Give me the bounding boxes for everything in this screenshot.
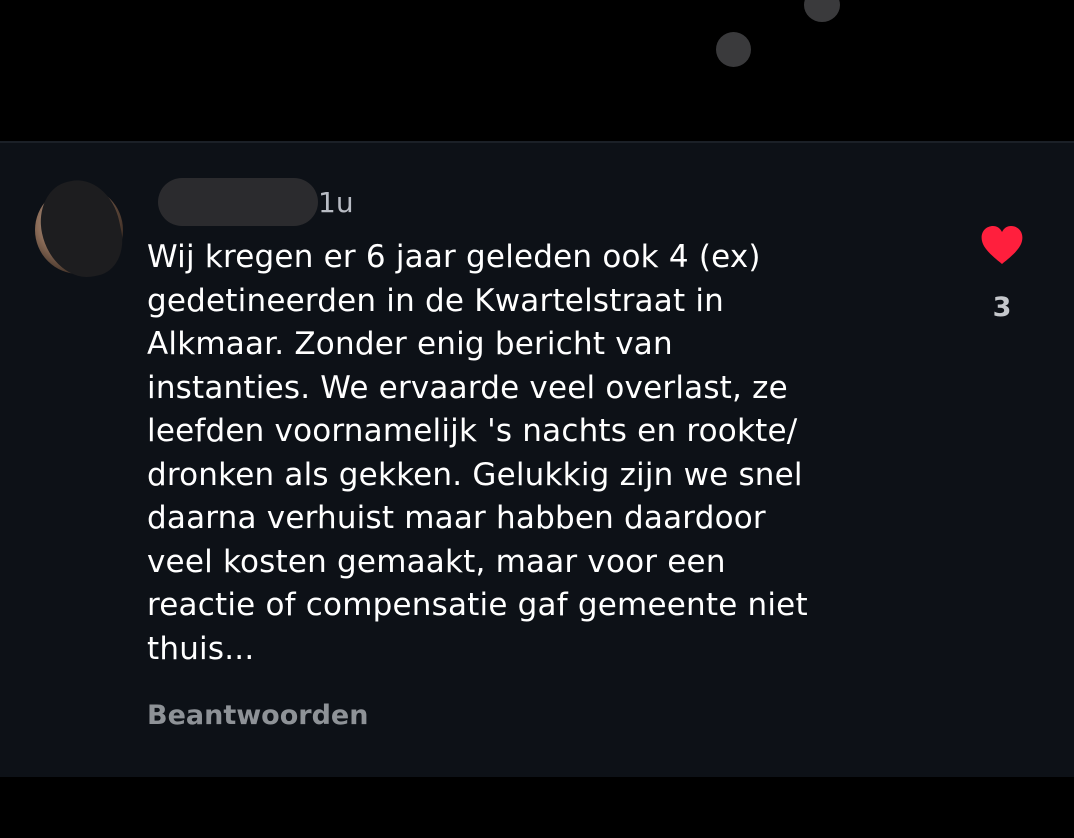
comment-line: leefden voornamelijk 's nachts en rookte… [147,413,798,449]
bottom-bar [0,777,1074,838]
background-dot [716,32,751,67]
background-dot [804,0,840,22]
comment-line: veel kosten gemaakt, maar voor een [147,543,726,580]
comment-line: Wij kregen er 6 jaar geleden ook 4 (ex) [147,239,761,275]
comment-line: dronken als gekken. Gelukkig zijn we sne… [147,456,803,493]
like-button[interactable] [978,222,1026,270]
username-redaction [158,178,318,226]
comment-line: gedetineerden in de Kwartelstraat in [147,282,725,319]
comment-line: Alkmaar. Zonder enig bericht van [147,326,673,362]
screen: 1u Wij kregen er 6 jaar geleden ook 4 (e… [0,0,1074,838]
comment-line: reactie of compensatie gaf gemeente niet [147,587,808,623]
like-count: 3 [992,292,1012,323]
heart-filled-icon [981,226,1023,264]
reply-button[interactable]: Beantwoorden [147,700,368,731]
comment-timestamp: 1u [318,186,354,219]
comment-text: Wij kregen er 6 jaar geleden ook 4 (ex) … [147,236,947,671]
comment-line: thuis... [147,630,255,667]
comment-line: instanties. We ervaarde veel overlast, z… [147,369,788,406]
comment-line: daarna verhuist maar habben daardoor [147,500,766,536]
